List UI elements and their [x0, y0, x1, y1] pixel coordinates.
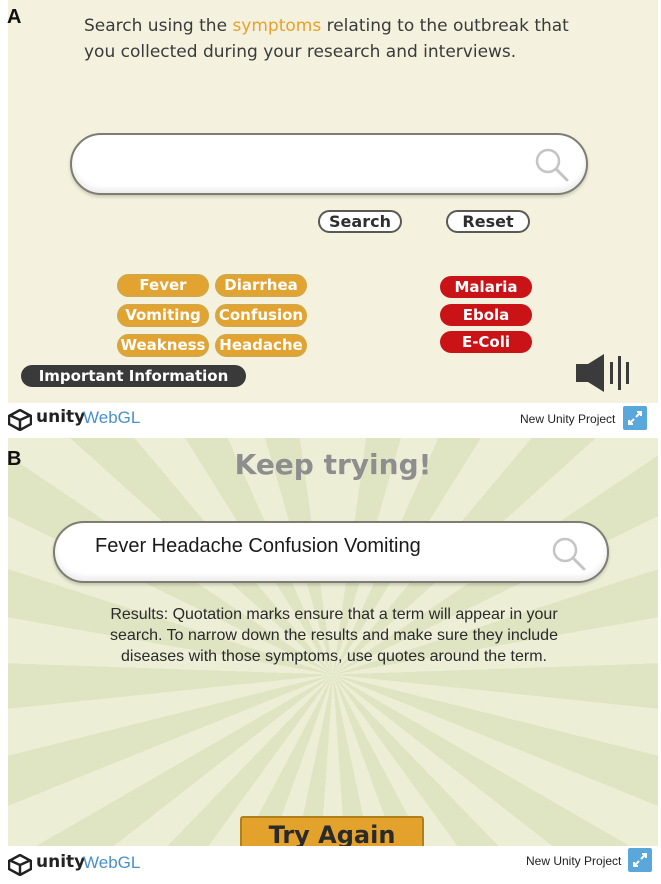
symptom-chip-weakness[interactable]: Weakness — [117, 334, 209, 357]
search-input-filled[interactable]: Fever Headache Confusion Vomiting — [53, 521, 609, 583]
important-information-button[interactable]: Important Information — [21, 365, 246, 387]
disease-chip-ecoli[interactable]: E-Coli — [440, 331, 532, 353]
search-button[interactable]: Search — [318, 210, 402, 233]
unity-logo-icon — [8, 854, 32, 876]
fullscreen-icon — [633, 853, 647, 867]
feedback-title: Keep trying! — [234, 448, 432, 481]
unity-brand: unity — [36, 852, 86, 872]
instruction-text: Search using the symptoms relating to th… — [84, 13, 604, 65]
project-name: New Unity Project — [526, 854, 622, 868]
project-name: New Unity Project — [520, 412, 616, 426]
disease-chip-ebola[interactable]: Ebola — [440, 304, 532, 326]
panel-label-b: B — [7, 448, 22, 470]
search-screen: Search using the symptoms relating to th… — [8, 0, 658, 404]
symptom-chip-confusion[interactable]: Confusion — [215, 304, 307, 327]
symptom-chip-fever[interactable]: Fever — [117, 274, 209, 297]
reset-button[interactable]: Reset — [446, 210, 530, 233]
unity-brand: unity — [36, 407, 86, 427]
fullscreen-icon — [628, 411, 642, 425]
instruction-highlight: symptoms — [232, 16, 322, 36]
instruction-before: Search using the — [84, 16, 233, 36]
webgl-label: WebGL — [83, 853, 141, 872]
disease-chip-malaria[interactable]: Malaria — [440, 276, 532, 298]
symptom-chip-diarrhea[interactable]: Diarrhea — [215, 274, 307, 297]
webgl-footer: unity WebGL New Unity Project — [0, 846, 661, 884]
search-value: Fever Headache Confusion Vomiting — [95, 535, 421, 557]
panel-label-a: A — [7, 6, 22, 28]
results-message: Results: Quotation marks ensure that a t… — [110, 606, 558, 665]
symptom-chip-vomiting[interactable]: Vomiting — [117, 304, 209, 327]
magnifier-icon — [535, 148, 569, 182]
symptom-chip-headache[interactable]: Headache — [215, 334, 307, 357]
search-input[interactable] — [70, 133, 588, 195]
speaker-icon[interactable] — [574, 352, 638, 394]
magnifier-icon — [552, 537, 586, 571]
unity-logo-icon — [8, 409, 32, 431]
webgl-label: WebGL — [83, 408, 141, 427]
fullscreen-button[interactable] — [628, 848, 652, 872]
fullscreen-button[interactable] — [623, 406, 647, 430]
feedback-screen: Keep trying! Fever Headache Confusion Vo… — [8, 438, 658, 846]
webgl-footer: unity WebGL New Unity Project — [0, 403, 661, 435]
try-again-button[interactable]: Try Again — [240, 816, 424, 846]
